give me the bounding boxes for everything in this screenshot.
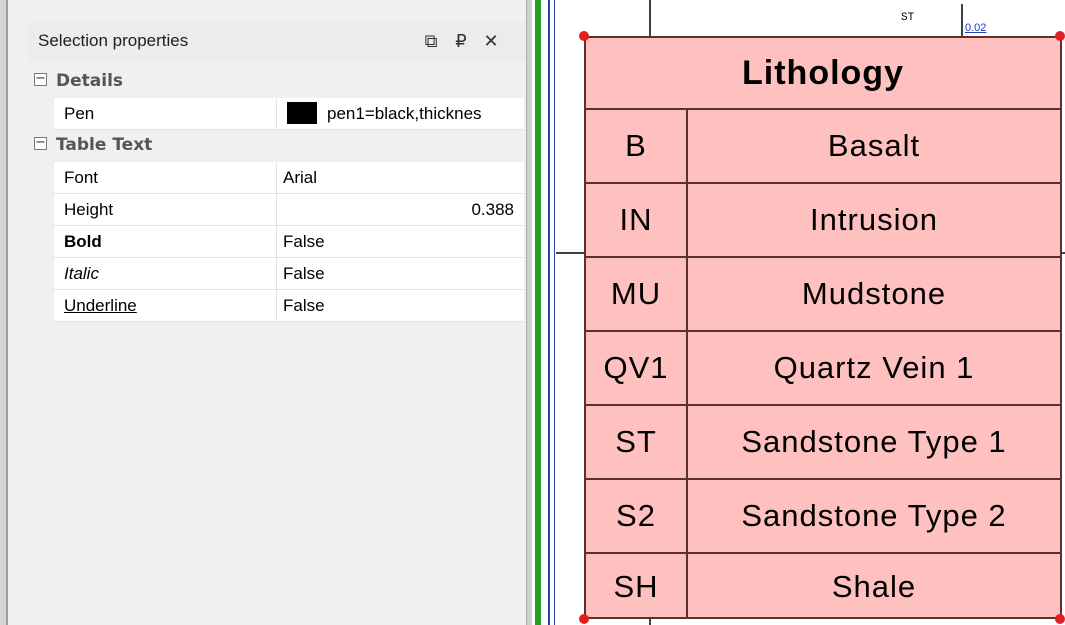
property-value: False <box>283 232 325 251</box>
table-row: S2 Sandstone Type 2 <box>586 480 1060 554</box>
table-row: QV1 Quartz Vein 1 <box>586 332 1060 406</box>
selection-handle[interactable] <box>579 31 589 41</box>
lithology-code: MU <box>586 258 688 330</box>
lithology-code: IN <box>586 184 688 256</box>
property-value-cell[interactable]: False <box>276 258 524 290</box>
canvas-border-line <box>548 0 550 625</box>
canvas-border-line <box>554 0 555 625</box>
property-name: Underline <box>64 296 137 315</box>
collapse-icon[interactable]: − <box>34 136 47 150</box>
table-row: B Basalt <box>586 110 1060 184</box>
property-value-cell[interactable]: 0.388 <box>276 194 524 226</box>
property-row-italic[interactable]: Italic False <box>28 258 524 290</box>
category-details[interactable]: − Details <box>28 66 524 98</box>
property-name-cell: Height <box>54 194 276 226</box>
panel-header: Selection properties ⧉ ₽ ✕ <box>28 22 526 62</box>
property-name-cell: Font <box>54 162 276 194</box>
panel-splitter[interactable] <box>526 0 532 625</box>
top-value: 0.02 <box>965 22 987 34</box>
property-name-cell: Pen <box>54 98 276 130</box>
lithology-name: Quartz Vein 1 <box>773 350 975 385</box>
property-name: Height <box>64 200 114 219</box>
selection-handle[interactable] <box>1055 31 1065 41</box>
table-row: IN Intrusion <box>586 184 1060 258</box>
lithology-name: Mudstone <box>801 276 947 311</box>
selection-handle[interactable] <box>579 614 589 624</box>
property-value: False <box>283 296 325 315</box>
property-value: pen1=black,thicknes <box>327 104 482 123</box>
property-value: Arial <box>283 168 318 187</box>
table-title: Lithology <box>586 38 1060 110</box>
property-row-underline[interactable]: Underline False <box>28 290 524 322</box>
property-value-cell[interactable]: False <box>276 290 524 322</box>
lithology-legend-table[interactable]: Lithology B Basalt IN Intrusion MU Mudst… <box>584 36 1062 619</box>
selection-properties-panel: Selection properties ⧉ ₽ ✕ − Details Pen… <box>0 0 532 625</box>
collapse-icon[interactable]: − <box>34 72 47 86</box>
panel-left-scrollbar[interactable] <box>0 0 8 625</box>
color-swatch[interactable] <box>287 102 317 125</box>
property-row-pen[interactable]: Pen pen1=black,thicknes <box>28 98 524 130</box>
float-window-icon[interactable]: ⧉ <box>418 28 444 54</box>
property-row-height[interactable]: Height 0.388 <box>28 194 524 226</box>
property-value: 0.388 <box>471 200 514 219</box>
lithology-name: Shale <box>831 568 917 604</box>
table-row: SH Shale <box>586 554 1060 619</box>
panel-title: Selection properties <box>38 31 189 50</box>
lithology-code: ST <box>586 406 688 478</box>
table-row: ST Sandstone Type 1 <box>586 406 1060 480</box>
category-label: Table Text <box>56 135 153 155</box>
lithology-name: Intrusion <box>810 202 938 237</box>
lithology-code: SH <box>586 554 688 619</box>
property-value-cell[interactable]: pen1=black,thicknes <box>276 98 524 130</box>
table-row: MU Mudstone <box>586 258 1060 332</box>
property-name-cell: Underline <box>54 290 276 322</box>
property-value: False <box>283 264 325 283</box>
selection-handle[interactable] <box>1055 614 1065 624</box>
divider-gap <box>541 0 547 625</box>
property-grid: − Details Pen pen1=black,thicknes − Tabl… <box>28 66 524 625</box>
property-name-cell: Italic <box>54 258 276 290</box>
property-value-cell[interactable]: False <box>276 226 524 258</box>
drawing-canvas[interactable]: ST 0.02 Lithology B Basalt IN Intrusion … <box>556 0 1065 625</box>
lithology-code: S2 <box>586 480 688 552</box>
property-name: Pen <box>64 104 95 123</box>
property-row-font[interactable]: Font Arial <box>28 162 524 194</box>
property-name: Bold <box>64 232 102 251</box>
pin-icon[interactable]: ₽ <box>448 28 474 54</box>
lithology-name: Sandstone Type 2 <box>741 498 1007 533</box>
top-label: ST <box>901 12 915 24</box>
lithology-code: QV1 <box>586 332 688 404</box>
category-label: Details <box>56 71 124 91</box>
lithology-code: B <box>586 110 688 182</box>
lithology-name: Sandstone Type 1 <box>741 424 1007 459</box>
property-name: Italic <box>64 264 99 283</box>
lithology-name: Basalt <box>827 128 921 163</box>
property-name: Font <box>64 168 99 187</box>
property-row-bold[interactable]: Bold False <box>28 226 524 258</box>
category-table-text[interactable]: − Table Text <box>28 130 524 162</box>
property-name-cell: Bold <box>54 226 276 258</box>
property-value-cell[interactable]: Arial <box>276 162 524 194</box>
close-icon[interactable]: ✕ <box>478 28 504 54</box>
